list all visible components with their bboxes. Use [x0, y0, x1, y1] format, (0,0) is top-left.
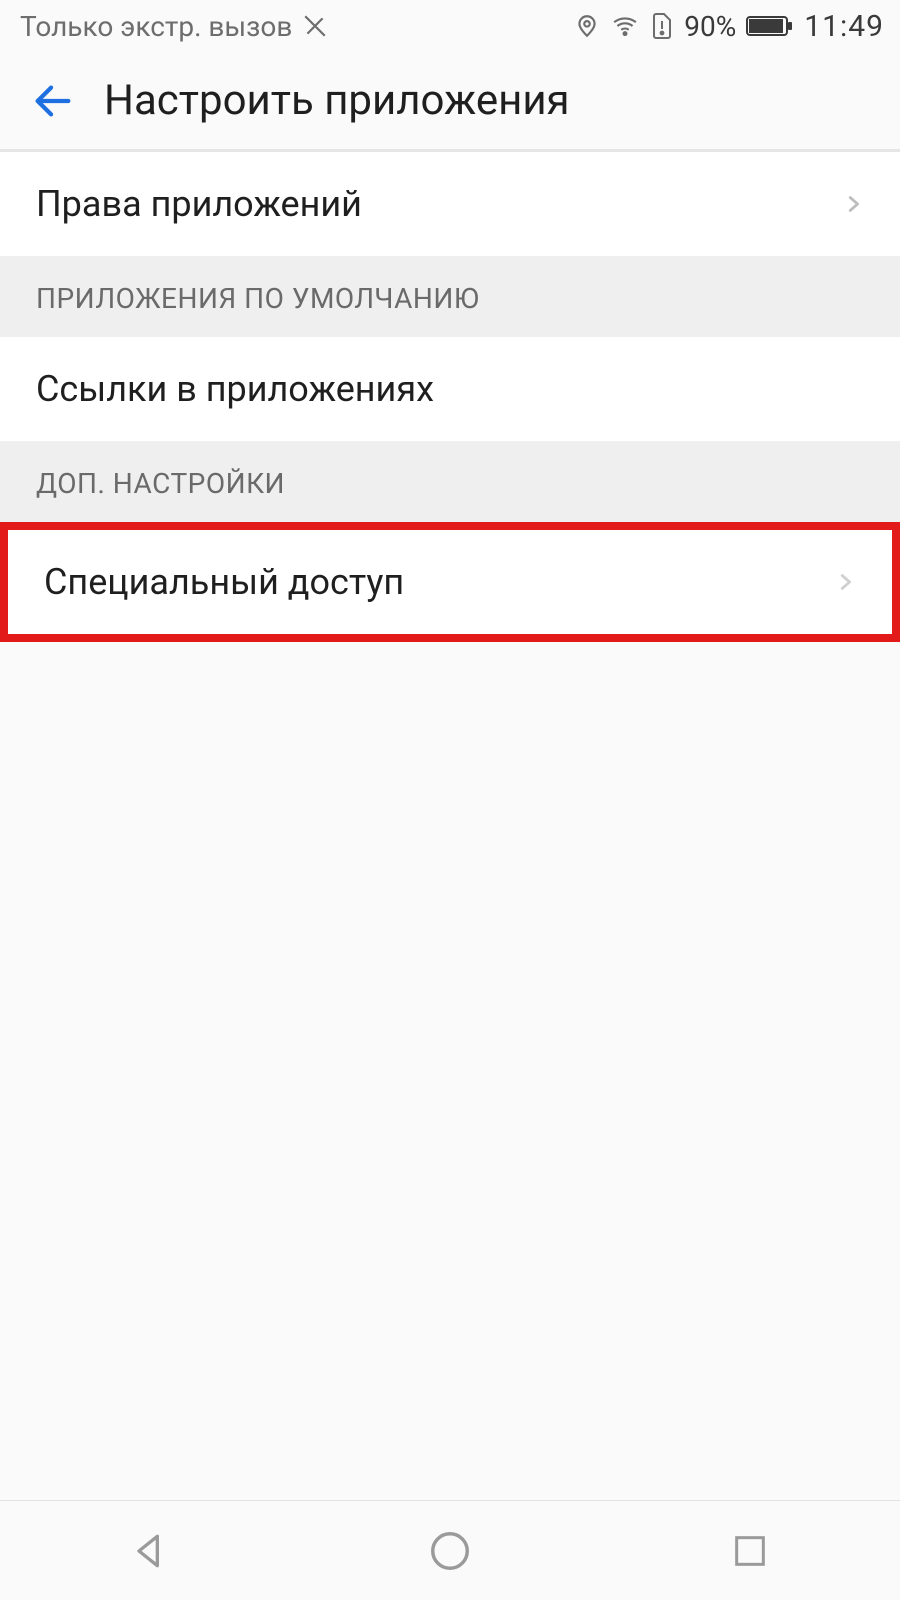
battery-percent-text: 90% [684, 10, 736, 43]
sim-alert-icon [650, 12, 674, 40]
triangle-back-icon [128, 1529, 172, 1573]
page-title: Настроить приложения [104, 76, 570, 125]
section-advanced: ДОП. НАСТРОЙКИ [0, 441, 900, 522]
nav-back-button[interactable] [120, 1521, 180, 1581]
status-bar: Только экстр. вызов [0, 0, 900, 52]
chevron-right-icon [834, 565, 856, 599]
back-button[interactable] [30, 78, 76, 124]
wifi-icon [610, 13, 640, 39]
row-special-access[interactable]: Специальный доступ [8, 530, 892, 634]
navigation-bar [0, 1500, 900, 1600]
row-app-permissions[interactable]: Права приложений [0, 152, 900, 256]
network-status-text: Только экстр. вызов [20, 10, 292, 43]
location-icon [574, 13, 600, 39]
nav-home-button[interactable] [420, 1521, 480, 1581]
nav-recents-button[interactable] [720, 1521, 780, 1581]
battery-icon [746, 14, 794, 38]
chevron-right-icon [842, 187, 864, 221]
row-app-links[interactable]: Ссылки в приложениях [0, 337, 900, 441]
satellite-off-icon [302, 13, 328, 39]
status-left: Только экстр. вызов [20, 10, 328, 43]
section-default-apps: ПРИЛОЖЕНИЯ ПО УМОЛЧАНИЮ [0, 256, 900, 337]
row-label: Права приложений [36, 183, 362, 225]
row-label: Ссылки в приложениях [36, 368, 434, 410]
arrow-left-icon [30, 78, 76, 124]
highlight-frame: Специальный доступ [0, 522, 900, 642]
row-label: Специальный доступ [44, 561, 404, 603]
clock-text: 11:49 [804, 9, 884, 44]
status-right: 90% 11:49 [574, 9, 884, 44]
app-header: Настроить приложения [0, 52, 900, 152]
circle-home-icon [427, 1528, 473, 1574]
square-recents-icon [730, 1531, 770, 1571]
